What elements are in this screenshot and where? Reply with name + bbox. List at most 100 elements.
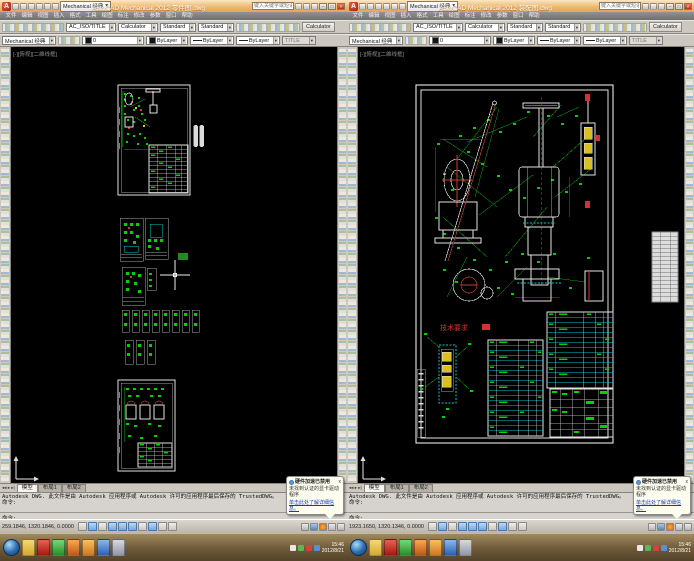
qat-plot-icon[interactable] — [383, 2, 390, 10]
menu-modify[interactable]: 修改 — [131, 12, 147, 20]
menu-format[interactable]: 格式 — [67, 12, 83, 20]
autocad-logo-icon[interactable]: A — [2, 1, 11, 11]
modify-toolbar-icons[interactable] — [339, 49, 346, 481]
lineweight-toggle[interactable] — [507, 522, 517, 531]
tray-green-icon[interactable] — [297, 544, 304, 551]
infocenter-search-input[interactable] — [252, 2, 294, 10]
title-bar[interactable]: A Mechanical 经典 ▾ AutoCAD Mechanical 2012… — [0, 0, 347, 12]
ortho-toggle[interactable] — [447, 522, 457, 531]
menu-help[interactable]: 帮助 — [526, 12, 542, 20]
qat-undo-icon[interactable] — [391, 2, 398, 10]
menu-view[interactable]: 视图 — [35, 12, 51, 20]
menu-window[interactable]: 窗口 — [510, 12, 526, 20]
taskbar-clock[interactable]: 15:46 2012/8/21 — [669, 542, 691, 554]
tray-network-icon[interactable] — [660, 544, 667, 551]
linetype-combo[interactable]: ByLayer ▾ — [537, 36, 581, 45]
qat-undo-icon[interactable] — [44, 2, 51, 10]
taskbar-folder-icon[interactable] — [22, 539, 35, 556]
qat-open-icon[interactable] — [367, 2, 374, 10]
tray-red-icon[interactable] — [652, 544, 659, 551]
taskbar-browser-icon[interactable] — [67, 539, 80, 556]
layer-combo[interactable]: 0 ▾ — [82, 36, 144, 45]
menu-parametric[interactable]: 参数 — [147, 12, 163, 20]
qat-redo-icon[interactable] — [399, 2, 406, 10]
qat-redo-icon[interactable] — [52, 2, 59, 10]
favorites-star-icon[interactable] — [311, 2, 318, 10]
tray-volume-icon[interactable] — [636, 544, 643, 551]
modify-toolbar-icons[interactable] — [686, 49, 693, 481]
menu-format[interactable]: 格式 — [414, 12, 430, 20]
viewport-controls[interactable]: [-][俯视][二维线框] — [13, 50, 57, 58]
lineweight-combo[interactable]: ByLayer ▾ — [236, 36, 280, 45]
taskbar-green-app-icon[interactable] — [52, 539, 65, 556]
qat-new-icon[interactable] — [12, 2, 19, 10]
communication-center-icon[interactable] — [303, 2, 310, 10]
calculator-combo[interactable]: Calculator ▾ — [465, 22, 505, 32]
draw-toolbar-icons[interactable] — [348, 49, 356, 481]
grid-toggle[interactable] — [437, 522, 447, 531]
start-button[interactable] — [350, 539, 367, 556]
search-icon[interactable] — [642, 2, 649, 10]
quickprops-toggle[interactable] — [517, 522, 527, 531]
infocenter-search-input[interactable] — [599, 2, 641, 10]
snap-toggle[interactable] — [427, 522, 437, 531]
textstyle-standard-combo[interactable]: Standard ▾ — [198, 22, 234, 32]
layer-tools-icons[interactable] — [58, 36, 80, 45]
title-bar[interactable]: A Mechanical 经典 ▾ AutoCAD Mechanical 2012… — [347, 0, 694, 12]
quickprops-toggle[interactable] — [167, 522, 177, 531]
polar-toggle[interactable] — [107, 522, 117, 531]
menu-dimension[interactable]: 标注 — [115, 12, 131, 20]
balloon-close-icon[interactable]: x — [339, 479, 342, 485]
grid-toggle[interactable] — [87, 522, 97, 531]
close-button[interactable]: × — [337, 2, 345, 10]
taskbar-blue-app-icon[interactable] — [97, 539, 110, 556]
qat-plot-icon[interactable] — [36, 2, 43, 10]
calculator-combo[interactable]: Calculator ▾ — [118, 22, 158, 32]
autocad-logo-icon[interactable]: A — [349, 1, 358, 11]
dimstyle-combo[interactable]: Standard ▾ — [507, 22, 543, 32]
taskbar-clock[interactable]: 15:46 2012/8/21 — [322, 542, 344, 554]
textstyle-standard-combo[interactable]: Standard ▾ — [545, 22, 581, 32]
taskbar-blue-app-icon[interactable] — [444, 539, 457, 556]
draw-toolbar-icons[interactable] — [1, 49, 9, 481]
fullscreen-button[interactable] — [337, 522, 345, 531]
tab-model[interactable]: 模型 — [16, 484, 38, 492]
search-icon[interactable] — [295, 2, 302, 10]
menu-file[interactable]: 文件 — [3, 12, 19, 20]
text-style-combo[interactable]: AC_ISO/TITLE ▾ — [413, 22, 463, 32]
drawing-area[interactable]: [-][俯视][二维线框] — [347, 47, 694, 483]
restore-button[interactable]: □ — [675, 2, 683, 10]
menu-draw[interactable]: 绘图 — [446, 12, 462, 20]
linetype-combo[interactable]: ByLayer ▾ — [190, 36, 234, 45]
layer-tools-icons[interactable] — [405, 36, 427, 45]
menu-dimension[interactable]: 标注 — [462, 12, 478, 20]
menu-parametric[interactable]: 参数 — [494, 12, 510, 20]
minimize-button[interactable]: – — [666, 2, 674, 10]
qat-new-icon[interactable] — [359, 2, 366, 10]
tray-warning-icon[interactable] — [666, 522, 674, 531]
workspace-combo[interactable]: Mechanical 经典 ▾ — [349, 36, 403, 45]
taskbar-green-app-icon[interactable] — [399, 539, 412, 556]
ducs-toggle[interactable] — [487, 522, 497, 531]
tab-layout2[interactable]: 布局2 — [408, 484, 433, 492]
tray-red-icon[interactable] — [305, 544, 312, 551]
draw-order-toolbar-icons[interactable] — [583, 22, 647, 32]
taskbar-orange-app-icon[interactable] — [429, 539, 442, 556]
draw-order-toolbar-icons[interactable] — [236, 22, 300, 32]
taskbar-gray-app-icon[interactable] — [112, 539, 125, 556]
favorites-star-icon[interactable] — [658, 2, 665, 10]
tray-settings-icon[interactable] — [328, 522, 336, 531]
tray-green-icon[interactable] — [644, 544, 651, 551]
menu-modify[interactable]: 修改 — [478, 12, 494, 20]
fullscreen-button[interactable] — [684, 522, 692, 531]
lineweight-toggle[interactable] — [157, 522, 167, 531]
menu-draw[interactable]: 绘图 — [99, 12, 115, 20]
tray-warning-icon[interactable] — [319, 522, 327, 531]
menu-view[interactable]: 视图 — [382, 12, 398, 20]
tray-volume-icon[interactable] — [289, 544, 296, 551]
close-button[interactable]: × — [684, 2, 692, 10]
annotation-scale-button[interactable] — [657, 522, 665, 531]
layer-combo[interactable]: 0 ▾ — [429, 36, 491, 45]
taskbar-autocad-icon[interactable] — [37, 539, 50, 556]
drawing-area[interactable]: [-][俯视][二维线框] — [0, 47, 347, 483]
